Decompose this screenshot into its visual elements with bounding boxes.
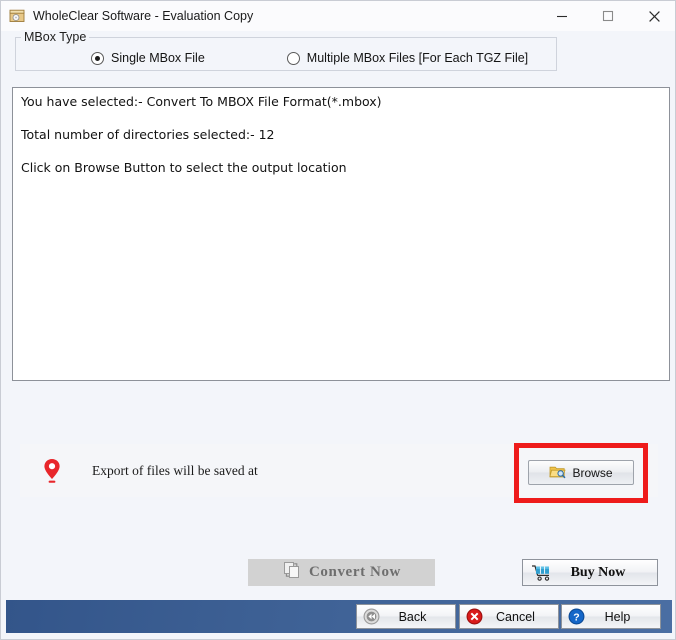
buy-now-button[interactable]: Buy Now (522, 559, 658, 586)
buy-now-label: Buy Now (570, 564, 626, 580)
window-controls (539, 1, 675, 31)
window-title: WholeClear Software - Evaluation Copy (33, 9, 254, 23)
radio-single-mbox-file[interactable]: Single MBox File (91, 51, 205, 65)
cancel-button[interactable]: Cancel (459, 604, 559, 629)
svg-text:?: ? (573, 611, 579, 623)
help-button-label: Help (604, 609, 631, 624)
cancel-button-label: Cancel (496, 609, 535, 624)
radio-single-mbox-file-label: Single MBox File (111, 51, 205, 65)
convert-now-label: Convert Now (308, 564, 401, 580)
title-bar: WholeClear Software - Evaluation Copy (1, 1, 675, 31)
question-mark-icon: ? (568, 608, 585, 625)
browse-button-label: Browse (572, 465, 613, 480)
convert-now-button[interactable]: Convert Now (248, 559, 435, 586)
rewind-icon (363, 608, 380, 625)
browse-button[interactable]: Browse (528, 460, 634, 485)
maximize-button[interactable] (585, 1, 631, 31)
radio-indicator[interactable] (91, 51, 104, 65)
log-line: You have selected:- Convert To MBOX File… (21, 94, 382, 109)
convert-pages-icon (282, 560, 302, 585)
mbox-type-options: Single MBox File Multiple MBox Files [Fo… (15, 46, 557, 70)
radio-indicator[interactable] (286, 51, 300, 65)
shopping-cart-icon (531, 564, 553, 582)
location-pin-icon (32, 457, 72, 485)
help-button[interactable]: ? Help (561, 604, 661, 629)
log-line: Total number of directories selected:- 1… (21, 127, 275, 142)
export-location-label: Export of files will be saved at (92, 462, 258, 478)
back-button-label: Back (398, 609, 427, 624)
archive-box-icon (8, 7, 26, 25)
mbox-type-group-label: MBox Type (21, 30, 90, 44)
folder-search-icon (549, 464, 567, 482)
application-window: WholeClear Software - Evaluation Copy MB… (0, 0, 676, 640)
close-button[interactable] (631, 1, 675, 31)
radio-multiple-mbox-files[interactable]: Multiple MBox Files [For Each TGZ File] (286, 51, 529, 65)
cancel-x-icon (466, 608, 483, 625)
minimize-button[interactable] (539, 1, 585, 31)
log-line: Click on Browse Button to select the out… (21, 160, 347, 175)
status-log-textarea[interactable]: You have selected:- Convert To MBOX File… (12, 87, 670, 381)
radio-multiple-mbox-files-label: Multiple MBox Files [For Each TGZ File] (306, 51, 529, 65)
back-button[interactable]: Back (356, 604, 456, 629)
